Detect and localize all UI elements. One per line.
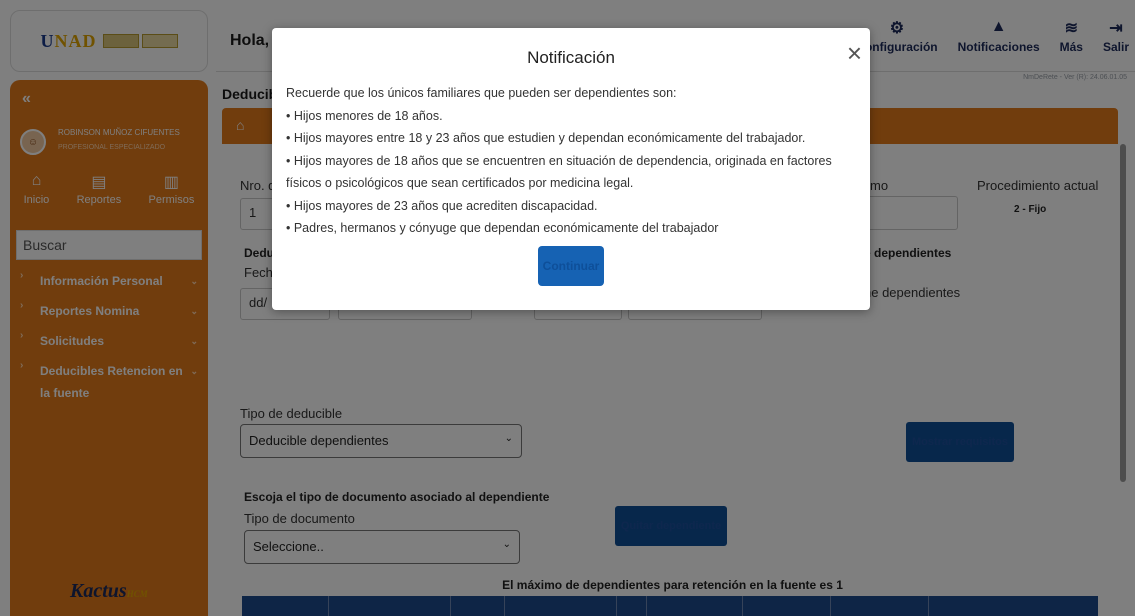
continue-button[interactable]: Continuar	[538, 246, 604, 286]
modal-body: Recuerde que los únicos familiares que p…	[286, 82, 862, 240]
modal-title: Notificación	[527, 48, 615, 67]
modal-intro: Recuerde que los únicos familiares que p…	[286, 86, 677, 100]
modal-list-item: • Hijos mayores entre 18 y 23 años que e…	[286, 131, 806, 145]
modal-list-item: • Padres, hermanos y cónyuge que dependa…	[286, 221, 719, 235]
close-icon[interactable]: ×	[847, 40, 862, 66]
modal-list-item: • Hijos mayores de 18 años que se encuen…	[286, 153, 832, 191]
modal-list-item: • Hijos menores de 18 años.	[286, 108, 443, 123]
modal-list-item: • Hijos mayores de 23 años que acrediten…	[286, 198, 598, 213]
notification-modal: Notificación × Recuerde que los únicos f…	[272, 28, 870, 310]
